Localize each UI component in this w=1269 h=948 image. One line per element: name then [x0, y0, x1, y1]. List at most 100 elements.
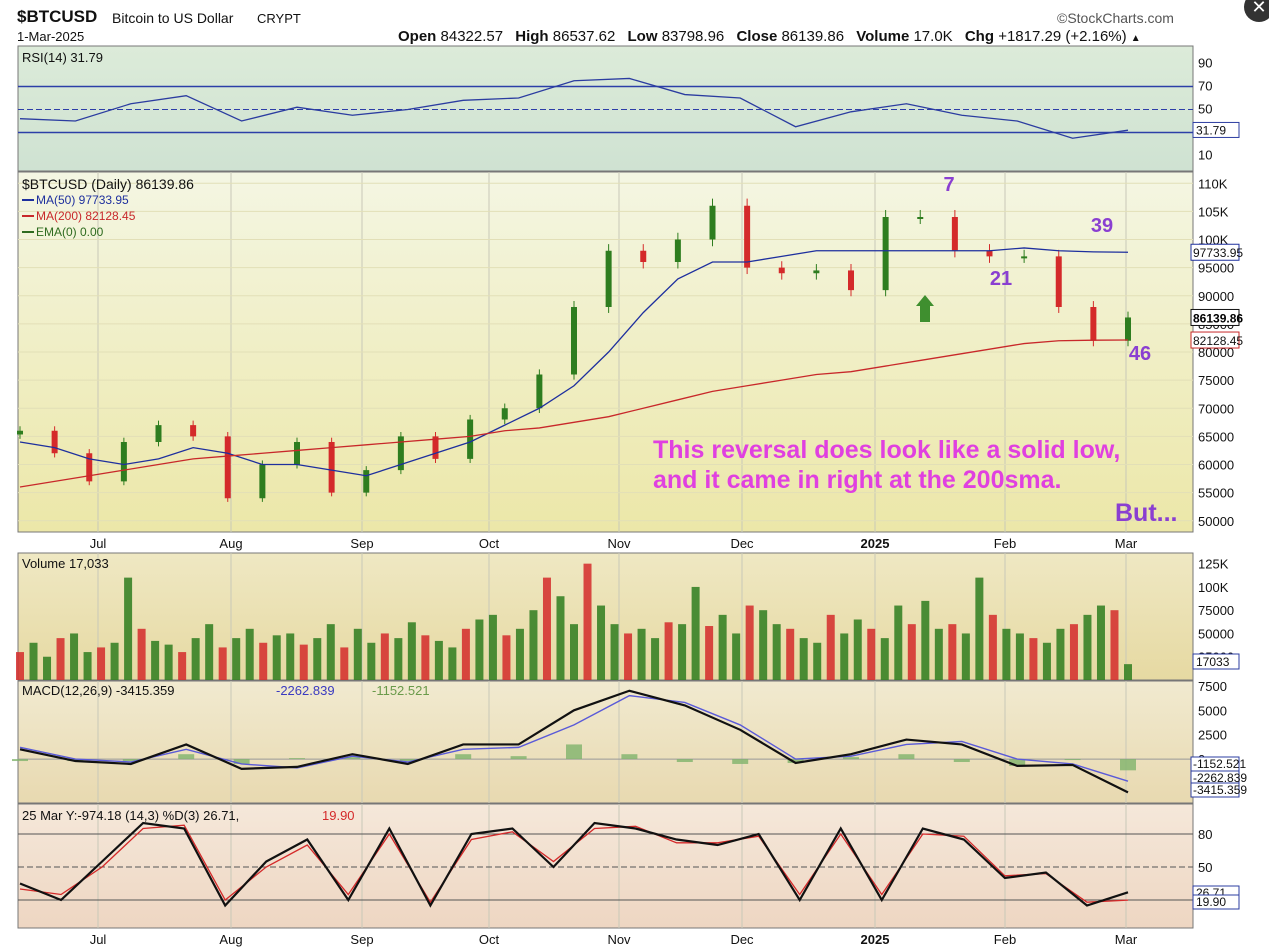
rsi-value-label: 31.79 — [1196, 123, 1226, 137]
rsi-y-tick: 50 — [1198, 102, 1212, 117]
volume-y-tick: 125K — [1198, 557, 1229, 572]
macd-signal-legend: -2262.839 — [276, 683, 335, 698]
price-value-label: 86139.86 — [1193, 311, 1243, 325]
ma200-legend: MA(200) 82128.45 — [36, 209, 136, 223]
candle-body — [640, 250, 647, 262]
volume-bar — [137, 628, 146, 680]
candle-body — [17, 430, 23, 435]
volume-bar — [529, 610, 538, 680]
macd-y-tick: 7500 — [1198, 679, 1227, 694]
annotation-21: 21 — [990, 268, 1012, 290]
volume-bar — [421, 635, 430, 680]
x-tick-label-price: Nov — [607, 536, 631, 551]
volume-bar — [651, 638, 660, 680]
macd-histogram-bar — [455, 754, 472, 760]
volume-bar — [29, 642, 38, 680]
x-tick-label-bottom: Aug — [219, 932, 242, 947]
x-tick-label-bottom: Jul — [90, 932, 107, 947]
volume-bar — [610, 624, 619, 680]
volume-bar — [1069, 624, 1078, 680]
price-value-label: 97733.95 — [1193, 246, 1243, 260]
volume-bar — [948, 624, 957, 680]
macd-histogram-bar — [676, 759, 693, 763]
macd-y-tick: 2500 — [1198, 728, 1227, 743]
volume-bar — [448, 647, 457, 680]
x-tick-label-price: Oct — [479, 536, 500, 551]
volume-bar — [1124, 664, 1132, 680]
price-y-tick: 60000 — [1198, 458, 1234, 473]
volume-bar — [624, 633, 633, 680]
chart-canvas: Jul Jul Aug Aug Sep Sep Oct Oct Nov Nov Dec Dec 2025… — [12, 45, 1247, 947]
volume-bar — [56, 638, 65, 680]
candle-body — [951, 217, 958, 251]
volume-bar — [434, 640, 443, 680]
volume-bar — [705, 626, 714, 680]
volume-bar — [907, 624, 916, 680]
stoch-y-tick: 50 — [1198, 860, 1212, 875]
volume-bar — [313, 638, 322, 680]
volume-bar — [205, 624, 214, 680]
volume-bar — [934, 628, 943, 680]
volume-bar — [759, 610, 768, 680]
candle-body — [1021, 256, 1028, 259]
rsi-panel — [17, 45, 1194, 172]
x-tick-label-bottom: 2025 — [861, 932, 890, 947]
macd-histogram-bar — [566, 744, 582, 760]
volume-bar — [1002, 628, 1011, 680]
volume-bar — [718, 614, 727, 680]
price-y-tick: 50000 — [1198, 514, 1234, 529]
candle-body — [744, 205, 751, 268]
volume-bar — [813, 642, 822, 680]
volume-bar — [326, 624, 335, 680]
volume-bar — [70, 633, 79, 680]
candle-body — [1090, 307, 1097, 341]
volume-bar — [826, 614, 835, 680]
volume-bar — [191, 638, 200, 680]
volume-bar — [556, 596, 565, 680]
volume-bar — [218, 647, 227, 680]
x-tick-label-price: Feb — [994, 536, 1016, 551]
x-tick-label-price: Mar — [1115, 536, 1138, 551]
x-tick-label-price: Jul — [90, 536, 107, 551]
macd-histogram-bar — [1064, 759, 1081, 761]
price-y-tick: 105K — [1198, 204, 1229, 219]
volume-bar — [340, 647, 349, 680]
candle-body — [86, 453, 93, 482]
price-y-tick: 95000 — [1198, 261, 1234, 276]
macd-histogram-bar — [621, 754, 638, 760]
volume-bar — [178, 652, 187, 680]
volume-bar — [16, 652, 24, 680]
volume-bar — [732, 633, 741, 680]
candle-body — [294, 442, 300, 465]
volume-bar — [259, 642, 268, 680]
volume-bar — [1029, 638, 1038, 680]
macd-histogram-bar — [233, 759, 250, 764]
annotation-note-line2: and it came in right at the 200sma. — [653, 466, 1061, 494]
volume-bar — [83, 652, 92, 680]
rsi-y-tick: 70 — [1198, 79, 1212, 94]
volume-bar — [894, 605, 903, 680]
volume-bar — [745, 605, 754, 680]
volume-bar — [475, 619, 484, 680]
x-tick-label-bottom: Sep — [350, 932, 373, 947]
volume-bar — [124, 577, 133, 680]
macd-histogram-bar — [178, 754, 195, 760]
rsi-legend: RSI(14) 31.79 — [22, 50, 103, 65]
x-tick-label-price: Dec — [730, 536, 754, 551]
volume-bar — [961, 633, 970, 680]
volume-bar — [164, 644, 173, 680]
volume-legend: Volume 17,033 — [22, 556, 109, 571]
price-value-label: 82128.45 — [1193, 334, 1243, 348]
volume-bar — [299, 644, 308, 680]
volume-bar — [772, 624, 781, 680]
volume-bar — [286, 633, 295, 680]
volume-bar — [407, 622, 416, 680]
volume-y-tick: 100K — [1198, 580, 1229, 595]
volume-bar — [110, 642, 119, 680]
price-legend-title: $BTCUSD (Daily) 86139.86 — [22, 176, 194, 192]
rsi-y-tick: 10 — [1198, 148, 1212, 163]
volume-bar — [1056, 628, 1065, 680]
candle-body — [1125, 317, 1131, 341]
candle-body — [190, 425, 197, 437]
price-y-tick: 90000 — [1198, 289, 1234, 304]
